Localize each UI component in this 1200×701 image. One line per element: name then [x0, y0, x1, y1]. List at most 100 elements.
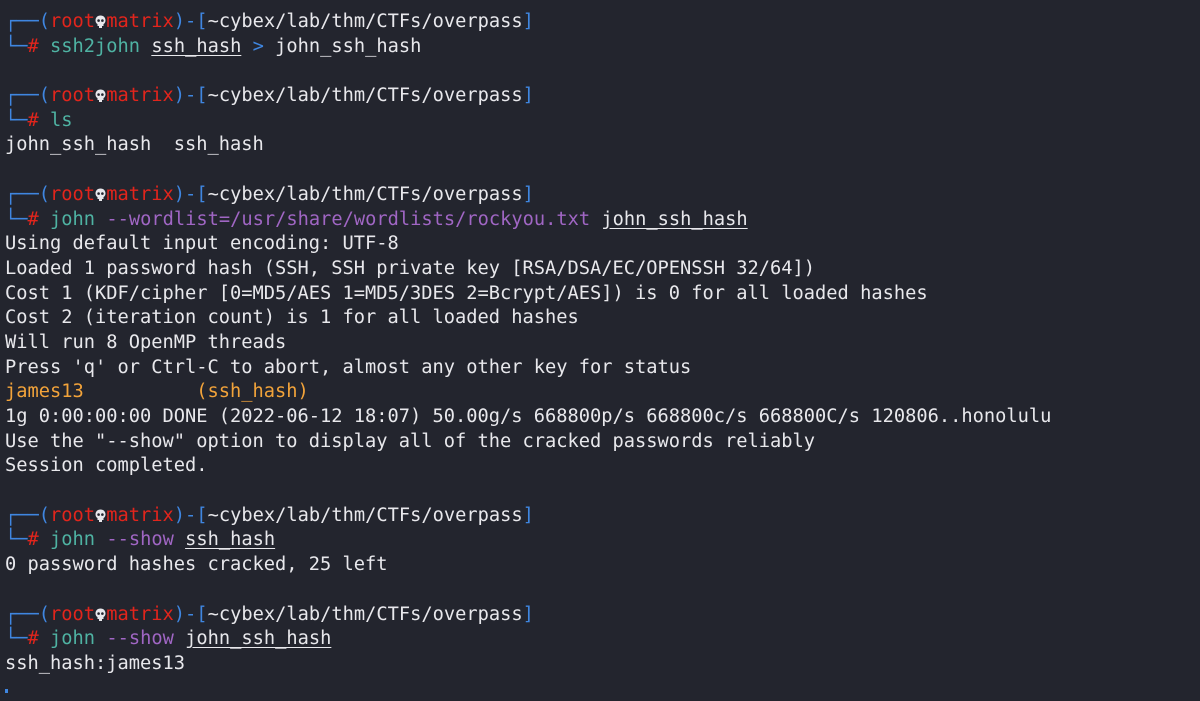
prompt-host: matrix [106, 504, 174, 526]
prompt-corner: └─ [5, 109, 28, 131]
command-token: john_ssh_hash [185, 628, 332, 650]
output-line: Using default input encoding: UTF-8 [5, 232, 1051, 257]
command-token [140, 36, 151, 57]
cursor [5, 688, 8, 693]
command-token [95, 529, 106, 550]
command-token: ssh_hash [151, 35, 242, 57]
output-text: 0 password hashes cracked, 25 left [5, 554, 388, 576]
output-text: Loaded 1 password hash (SSH, SSH private… [5, 257, 816, 279]
prompt-path: ~cybex/lab/thm/CTFs/overpass [207, 11, 523, 32]
prompt-frame: ┌──( [5, 504, 51, 526]
prompt-hash: # [27, 208, 51, 230]
prompt-hash: # [27, 628, 51, 650]
prompt-frame: )-[ [173, 85, 208, 107]
prompt-frame: ┌──( [5, 183, 51, 205]
prompt-header: ┌──(root matrix)-[~cybex/lab/thm/CTFs/ove… [5, 84, 1051, 109]
prompt-frame: ┌──( [5, 85, 51, 107]
output-line: Press 'q' or Ctrl-C to abort, almost any… [5, 356, 1051, 381]
prompt-frame: ] [522, 11, 534, 32]
output-line: Session completed. [5, 454, 1051, 479]
command-token: ls [50, 109, 73, 131]
command-line: └─# john --wordlist=/usr/share/wordlists… [5, 208, 1051, 233]
prompt-frame: ] [522, 85, 534, 107]
command-token: ssh_hash [185, 529, 276, 551]
cursor-line [5, 677, 1051, 701]
terminal-output[interactable]: ┌──(root matrix)-[~cybex/lab/thm/CTFs/ove… [5, 10, 1051, 701]
command-line: └─# john --show ssh_hash [5, 528, 1051, 553]
output-line: 1g 0:00:00:00 DONE (2022-06-12 18:07) 50… [5, 405, 1051, 430]
prompt-frame: )-[ [173, 11, 208, 32]
output-text: john_ssh_hash ssh_hash [5, 134, 264, 156]
output-line: Loaded 1 password hash (SSH, SSH private… [5, 257, 1051, 282]
prompt-frame: )-[ [173, 504, 208, 526]
output-line: Cost 2 (iteration count) is 1 for all lo… [5, 306, 1051, 331]
command-token: john [50, 208, 96, 230]
prompt-host: matrix [106, 85, 174, 107]
command-line: └─# john --show john_ssh_hash [5, 627, 1051, 652]
prompt-hash: # [27, 529, 51, 551]
command-line: └─# ssh2john ssh_hash > john_ssh_hash [5, 35, 1051, 60]
prompt-frame: ┌──( [5, 603, 51, 625]
skull-icon [95, 183, 106, 208]
prompt-frame: ] [522, 504, 534, 526]
command-token: john_ssh_hash [601, 208, 748, 230]
prompt-frame: )-[ [173, 183, 208, 205]
output-text: Cost 2 (iteration count) is 1 for all lo… [5, 307, 579, 329]
output-line: john_ssh_hash ssh_hash [5, 133, 1051, 158]
output-line: Will run 8 OpenMP threads [5, 331, 1051, 356]
prompt-user: root [50, 183, 96, 205]
prompt-frame: ┌──( [5, 11, 51, 32]
output-text: 1g 0:00:00:00 DONE (2022-06-12 18:07) 50… [5, 406, 1052, 427]
prompt-corner: └─ [5, 35, 28, 57]
prompt-header: ┌──(root matrix)-[~cybex/lab/thm/CTFs/ove… [5, 603, 1051, 628]
command-token: john_ssh_hash [263, 35, 422, 57]
output-text: james13 (ssh_hash) [5, 381, 309, 403]
prompt-frame: )-[ [173, 603, 208, 625]
command-token: --show [106, 529, 174, 551]
prompt-hash: # [27, 35, 51, 57]
output-line: Use the "--show" option to display all o… [5, 430, 1051, 455]
prompt-frame: ] [522, 183, 534, 205]
skull-icon [95, 603, 106, 628]
output-line: james13 (ssh_hash) [5, 380, 1051, 405]
prompt-path: ~cybex/lab/thm/CTFs/overpass [207, 504, 523, 526]
command-token: john [50, 628, 96, 650]
prompt-path: ~cybex/lab/thm/CTFs/overpass [207, 183, 523, 205]
prompt-user: root [50, 504, 96, 526]
command-token [174, 628, 185, 649]
output-text: Session completed. [5, 455, 208, 477]
prompt-user: root [50, 603, 96, 625]
prompt-path: ~cybex/lab/thm/CTFs/overpass [207, 85, 523, 107]
command-token: ssh2john [50, 35, 141, 57]
command-token [95, 209, 106, 230]
prompt-corner: └─ [5, 208, 28, 230]
output-text: Press 'q' or Ctrl-C to abort, almost any… [5, 356, 692, 378]
command-token: john [50, 529, 96, 551]
command-token [95, 628, 106, 649]
command-token [174, 529, 185, 550]
prompt-header: ┌──(root matrix)-[~cybex/lab/thm/CTFs/ove… [5, 183, 1051, 208]
prompt-path: ~cybex/lab/thm/CTFs/overpass [207, 603, 523, 625]
command-token: --show [106, 628, 174, 650]
skull-icon [95, 84, 106, 109]
output-text: Will run 8 OpenMP threads [5, 331, 287, 353]
output-text: Cost 1 (KDF/cipher [0=MD5/AES 1=MD5/3DES… [5, 282, 928, 304]
prompt-header: ┌──(root matrix)-[~cybex/lab/thm/CTFs/ove… [5, 504, 1051, 529]
command-token: > [252, 35, 264, 57]
skull-icon [95, 10, 106, 35]
command-token [241, 36, 252, 57]
prompt-frame: ] [522, 603, 534, 625]
command-line: └─# ls [5, 109, 1051, 134]
prompt-host: matrix [106, 183, 174, 205]
prompt-hash: # [27, 109, 51, 131]
prompt-user: root [50, 11, 96, 32]
skull-icon [95, 504, 106, 529]
output-line: 0 password hashes cracked, 25 left [5, 553, 1051, 578]
output-line: Cost 1 (KDF/cipher [0=MD5/AES 1=MD5/3DES… [5, 282, 1051, 307]
output-line: ssh_hash:james13 [5, 652, 1051, 677]
prompt-corner: └─ [5, 628, 28, 650]
output-text: Use the "--show" option to display all o… [5, 430, 816, 452]
